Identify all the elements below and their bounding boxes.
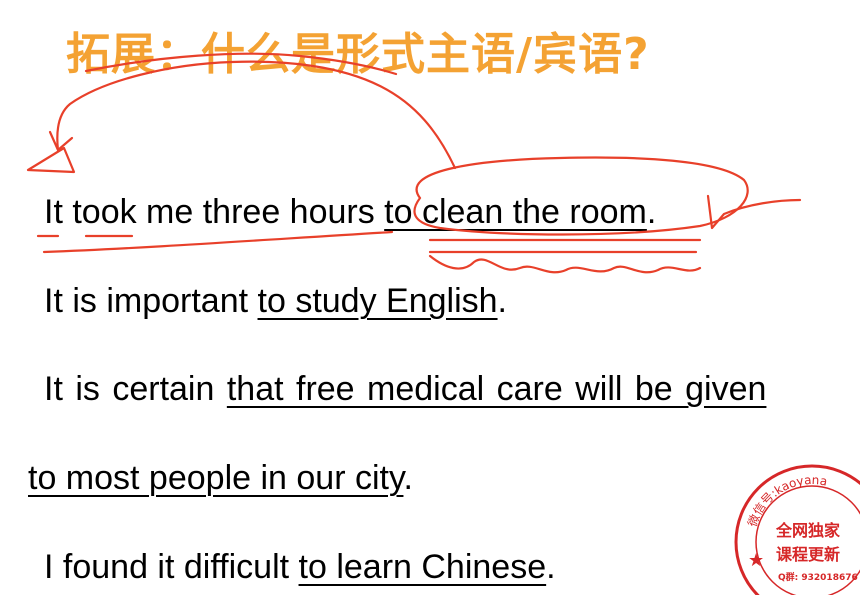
sentence-5: I found it difficult to learn Chinese.: [44, 547, 556, 587]
sentence-3-continued: to most people in our city.: [28, 458, 413, 498]
sentence-5-text: I found it difficult: [44, 548, 299, 586]
arrow-head: [48, 130, 74, 152]
sentence-1-underlined: to clean the room: [384, 193, 647, 231]
sentence-4-end: .: [403, 459, 413, 497]
sentence-2-end: .: [497, 282, 507, 320]
stamp-seal-icon: 微信号:kaoyana ★ 全网独家 课程更新 Q群: 932018676: [734, 464, 860, 595]
tick-mark: [706, 194, 802, 230]
sentence-5-end: .: [546, 548, 556, 586]
double-underline: [428, 238, 702, 254]
sentence-5-underlined: to learn Chinese: [298, 548, 547, 586]
sentence-1-text: It took me three hours: [44, 193, 385, 231]
sentence-3-text: It is certain: [44, 370, 227, 408]
sentence-4-underlined: to most people in our city: [28, 459, 404, 497]
stamp-line1: 全网独家: [775, 521, 841, 540]
sentence-1-end: .: [646, 193, 657, 231]
sentence-2-underlined: to study English: [257, 282, 498, 320]
sentence-3: It is certain that free medical care wil…: [44, 369, 766, 409]
sentence-3-underlined: that free medical care will be given: [226, 370, 767, 408]
underline-long: [42, 230, 394, 254]
watermark-stamp: 微信号:kaoyana ★ 全网独家 课程更新 Q群: 932018676: [732, 462, 860, 595]
sentence-2: It is important to study English.: [44, 281, 507, 321]
triangle-mark: [26, 146, 76, 174]
sentence-1: It took me three hours to clean the room…: [44, 192, 656, 232]
stamp-qq: Q群: 932018676: [778, 571, 858, 583]
stamp-line2: 课程更新: [776, 545, 840, 564]
sentence-2-text: It is important: [44, 282, 258, 320]
wavy-underline: [428, 254, 702, 274]
stamp-star-icon: ★: [748, 550, 764, 571]
page-title: 拓展：什么是形式主语/宾语?: [66, 29, 650, 80]
